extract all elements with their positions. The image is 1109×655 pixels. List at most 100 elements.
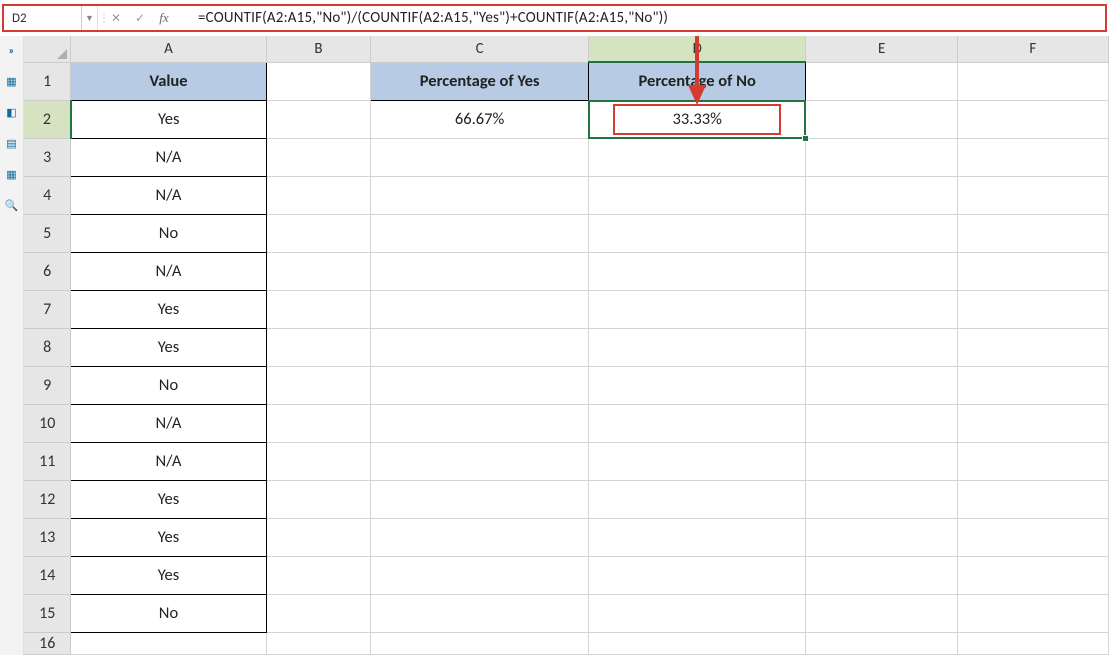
cell-B9[interactable] [266, 366, 371, 404]
cell-E2[interactable] [806, 100, 957, 138]
select-all-corner[interactable] [24, 36, 71, 62]
cell-C12[interactable] [371, 480, 589, 518]
cell-C2[interactable]: 66.67% [371, 100, 589, 138]
formula-input[interactable] [176, 6, 1105, 30]
cell-E4[interactable] [806, 176, 957, 214]
cell-C5[interactable] [371, 214, 589, 252]
cell-F9[interactable] [957, 366, 1108, 404]
cell-E7[interactable] [806, 290, 957, 328]
cell-D9[interactable] [588, 366, 806, 404]
row-header-5[interactable]: 5 [24, 214, 71, 252]
col-header-F[interactable]: F [957, 36, 1108, 62]
cell-D5[interactable] [588, 214, 806, 252]
cell-C3[interactable] [371, 138, 589, 176]
cell-B1[interactable] [266, 62, 371, 100]
cell-A8[interactable]: Yes [71, 328, 266, 366]
cell-D6[interactable] [588, 252, 806, 290]
cell-B8[interactable] [266, 328, 371, 366]
cell-D11[interactable] [588, 442, 806, 480]
row-header-13[interactable]: 13 [24, 518, 71, 556]
cell-E5[interactable] [806, 214, 957, 252]
cell-F2[interactable] [957, 100, 1108, 138]
confirm-button[interactable]: ✓ [128, 6, 152, 30]
cell-E12[interactable] [806, 480, 957, 518]
cell-F11[interactable] [957, 442, 1108, 480]
cell-E15[interactable] [806, 594, 957, 632]
cell-F6[interactable] [957, 252, 1108, 290]
cell-E3[interactable] [806, 138, 957, 176]
cell-F3[interactable] [957, 138, 1108, 176]
cell-B13[interactable] [266, 518, 371, 556]
cell-E1[interactable] [806, 62, 957, 100]
cell-A4[interactable]: N/A [71, 176, 266, 214]
cell-E8[interactable] [806, 328, 957, 366]
cell-F16[interactable] [957, 632, 1108, 654]
cell-D8[interactable] [588, 328, 806, 366]
row-header-9[interactable]: 9 [24, 366, 71, 404]
name-box[interactable]: D2 [4, 6, 82, 30]
cell-E9[interactable] [806, 366, 957, 404]
cell-B10[interactable] [266, 404, 371, 442]
cell-D7[interactable] [588, 290, 806, 328]
cell-D4[interactable] [588, 176, 806, 214]
cell-C1[interactable]: Percentage of Yes [371, 62, 589, 100]
cell-D15[interactable] [588, 594, 806, 632]
row-header-7[interactable]: 7 [24, 290, 71, 328]
row-header-10[interactable]: 10 [24, 404, 71, 442]
cell-B12[interactable] [266, 480, 371, 518]
col-header-B[interactable]: B [266, 36, 371, 62]
cell-A6[interactable]: N/A [71, 252, 266, 290]
cell-B7[interactable] [266, 290, 371, 328]
row-header-4[interactable]: 4 [24, 176, 71, 214]
cell-F8[interactable] [957, 328, 1108, 366]
cell-A16[interactable] [71, 632, 266, 654]
cell-A10[interactable]: N/A [71, 404, 266, 442]
cell-D16[interactable] [588, 632, 806, 654]
cell-E14[interactable] [806, 556, 957, 594]
col-header-A[interactable]: A [71, 36, 266, 62]
cell-D13[interactable] [588, 518, 806, 556]
cell-D10[interactable] [588, 404, 806, 442]
cell-A7[interactable]: Yes [71, 290, 266, 328]
cell-F4[interactable] [957, 176, 1108, 214]
tool-icon-4[interactable]: ▦ [6, 168, 16, 181]
cell-C8[interactable] [371, 328, 589, 366]
cell-A15[interactable]: No [71, 594, 266, 632]
cell-D3[interactable] [588, 138, 806, 176]
cell-C4[interactable] [371, 176, 589, 214]
cell-F10[interactable] [957, 404, 1108, 442]
cell-B4[interactable] [266, 176, 371, 214]
cell-B11[interactable] [266, 442, 371, 480]
row-header-3[interactable]: 3 [24, 138, 71, 176]
cell-A9[interactable]: No [71, 366, 266, 404]
row-header-15[interactable]: 15 [24, 594, 71, 632]
cell-A3[interactable]: N/A [71, 138, 266, 176]
fill-handle[interactable] [802, 135, 809, 142]
fx-button[interactable]: fx [152, 6, 176, 30]
cell-E16[interactable] [806, 632, 957, 654]
row-header-6[interactable]: 6 [24, 252, 71, 290]
cell-C14[interactable] [371, 556, 589, 594]
row-header-2[interactable]: 2 [24, 100, 71, 138]
cell-C15[interactable] [371, 594, 589, 632]
cell-D12[interactable] [588, 480, 806, 518]
tool-icon-2[interactable]: ◧ [6, 106, 16, 119]
tool-icon-5[interactable]: 🔍 [5, 199, 19, 212]
expand-icon[interactable]: » [9, 44, 15, 57]
cell-B2[interactable] [266, 100, 371, 138]
cell-B6[interactable] [266, 252, 371, 290]
cell-A12[interactable]: Yes [71, 480, 266, 518]
cell-A5[interactable]: No [71, 214, 266, 252]
tool-icon-3[interactable]: ▤ [6, 137, 16, 150]
cell-C9[interactable] [371, 366, 589, 404]
cell-F14[interactable] [957, 556, 1108, 594]
cell-F15[interactable] [957, 594, 1108, 632]
cell-B5[interactable] [266, 214, 371, 252]
cell-F13[interactable] [957, 518, 1108, 556]
cell-B3[interactable] [266, 138, 371, 176]
cell-D2[interactable]: 33.33% [588, 100, 806, 138]
cell-B16[interactable] [266, 632, 371, 654]
row-header-8[interactable]: 8 [24, 328, 71, 366]
cancel-button[interactable]: ✕ [104, 6, 128, 30]
row-header-16[interactable]: 16 [24, 632, 71, 654]
